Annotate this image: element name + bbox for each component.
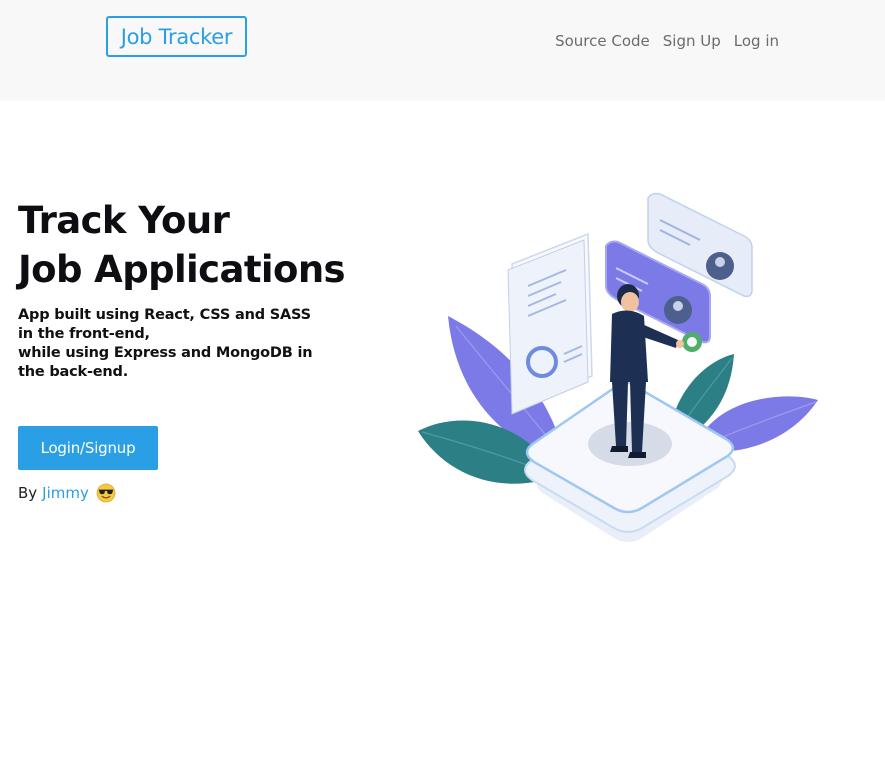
author-link[interactable]: Jimmy xyxy=(42,484,89,502)
login-signup-button[interactable]: Login/Signup xyxy=(18,426,158,470)
hero-description: App built using React, CSS and SASS in t… xyxy=(18,306,348,382)
navbar: Job Tracker Source Code Sign Up Log in xyxy=(0,0,885,101)
hero-description-line: while using Express and MongoDB in xyxy=(18,345,313,361)
hero-title-line: Track Your xyxy=(18,199,230,242)
byline: By Jimmy xyxy=(18,482,116,504)
hero-title: Track Your Job Applications xyxy=(18,196,378,294)
hero-description-line: App built using React, CSS and SASS xyxy=(18,307,311,323)
nav-link-log-in[interactable]: Log in xyxy=(734,32,779,50)
nav-links: Source Code Sign Up Log in xyxy=(555,30,779,52)
hero-description-line: in the front-end, xyxy=(18,326,150,342)
nav-link-source-code[interactable]: Source Code xyxy=(555,32,650,50)
byline-prefix: By xyxy=(18,484,38,502)
sunglasses-face-icon xyxy=(96,483,116,503)
hero-description-line: the back-end. xyxy=(18,364,129,380)
brand-logo[interactable]: Job Tracker xyxy=(106,16,247,57)
hero-title-line: Job Applications xyxy=(18,248,346,291)
nav-link-sign-up[interactable]: Sign Up xyxy=(663,32,721,50)
hero-illustration xyxy=(418,192,818,542)
